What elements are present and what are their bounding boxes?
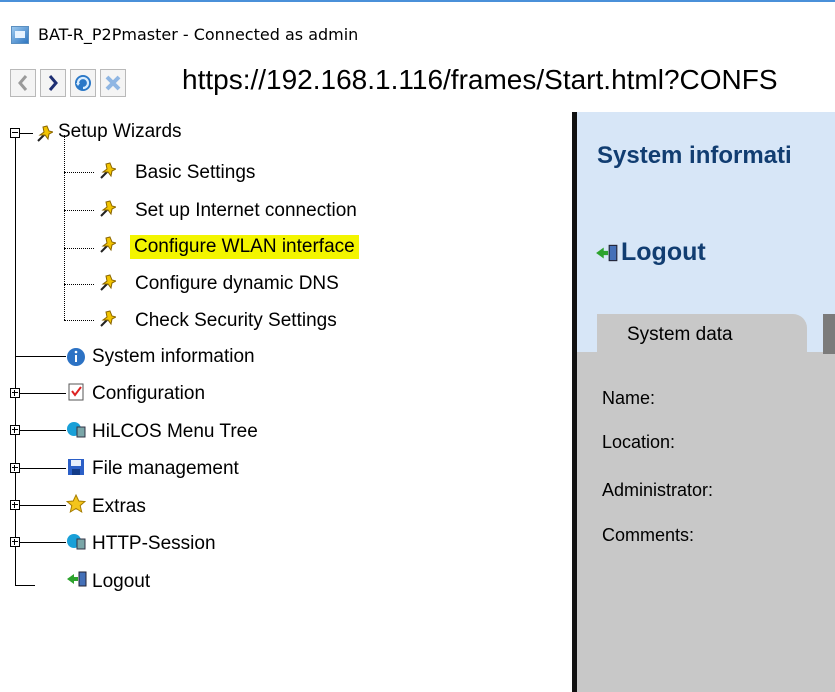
logout-icon	[595, 242, 618, 262]
tree-configuration[interactable]: Configuration	[92, 382, 205, 406]
tree-dynamic-dns[interactable]: Configure dynamic DNS	[135, 272, 339, 296]
network-icon	[66, 531, 86, 551]
refresh-icon	[75, 75, 91, 91]
name-label: Name:	[602, 388, 656, 408]
back-icon	[18, 75, 28, 91]
tree-basic-settings[interactable]: Basic Settings	[135, 161, 255, 185]
tab-system-data-label[interactable]: System data	[627, 324, 733, 346]
wizard-icon	[96, 308, 118, 328]
info-icon	[66, 347, 86, 367]
location-label: Location:	[602, 432, 676, 452]
logout-link[interactable]: Logout	[621, 238, 706, 267]
tree-logout[interactable]: Logout	[92, 570, 150, 594]
forward-button[interactable]	[40, 69, 66, 97]
wizard-icon	[33, 123, 55, 143]
wizard-icon	[96, 272, 118, 292]
star-icon	[65, 493, 87, 514]
expand-icon[interactable]	[10, 463, 20, 473]
main-content: System informati Logout System data Name…	[577, 112, 835, 692]
navigation-tree: Setup Wizards Basic Settings Set up Inte…	[0, 112, 572, 692]
tree-internet-connection[interactable]: Set up Internet connection	[135, 199, 357, 223]
refresh-button[interactable]	[70, 69, 96, 97]
tree-hilcos-menu[interactable]: HiLCOS Menu Tree	[92, 420, 258, 444]
tree-system-information[interactable]: System information	[92, 345, 255, 369]
comments-label: Comments:	[602, 525, 695, 545]
tree-setup-wizards[interactable]: Setup Wizards	[58, 120, 182, 144]
tab-next[interactable]	[823, 314, 835, 354]
tree-configure-wlan[interactable]: Configure WLAN interface	[130, 235, 359, 259]
network-icon	[66, 419, 86, 439]
stop-button[interactable]	[100, 69, 126, 97]
expand-icon[interactable]	[10, 537, 20, 547]
navigation-bar: https://192.168.1.116/frames/Start.html?…	[0, 62, 835, 112]
wizard-icon	[96, 198, 118, 218]
logout-icon	[66, 569, 87, 589]
expand-icon[interactable]	[10, 500, 20, 510]
app-icon	[11, 26, 29, 44]
title-bar: BAT-R_P2Pmaster - Connected as admin	[0, 2, 835, 62]
wizard-icon	[96, 234, 118, 254]
floppy-disk-icon	[66, 457, 86, 477]
stop-icon	[105, 75, 121, 91]
window-title: BAT-R_P2Pmaster - Connected as admin	[38, 25, 359, 44]
back-button[interactable]	[10, 69, 36, 97]
checklist-icon	[66, 382, 86, 402]
address-bar[interactable]: https://192.168.1.116/frames/Start.html?…	[182, 64, 778, 96]
page-title: System informati	[597, 142, 792, 169]
collapse-icon[interactable]	[10, 128, 20, 138]
tree-file-management[interactable]: File management	[92, 457, 239, 481]
administrator-label: Administrator:	[602, 480, 714, 500]
tree-security-settings[interactable]: Check Security Settings	[135, 309, 337, 333]
expand-icon[interactable]	[10, 388, 20, 398]
tree-http-session[interactable]: HTTP-Session	[92, 532, 216, 556]
expand-icon[interactable]	[10, 425, 20, 435]
tree-extras[interactable]: Extras	[92, 495, 146, 519]
wizard-icon	[96, 160, 118, 180]
forward-icon	[48, 75, 58, 91]
